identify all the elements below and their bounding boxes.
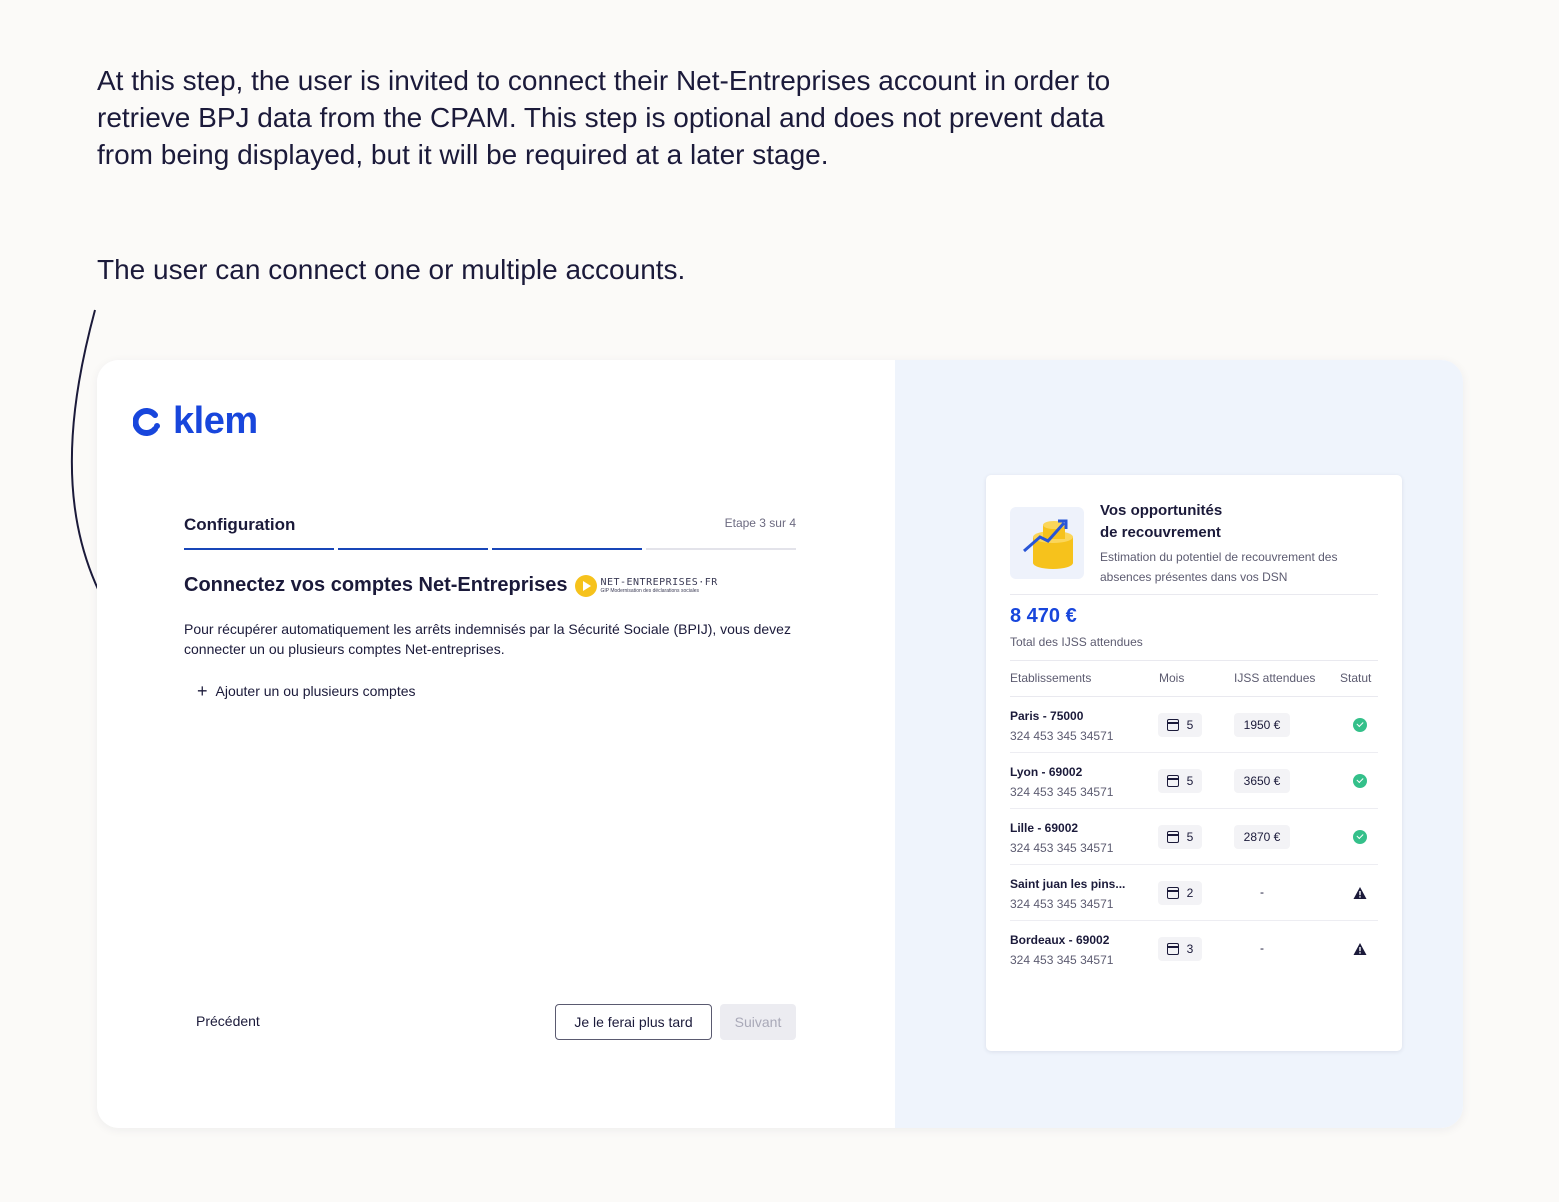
establishment-siret: 324 453 345 34571 [1010,953,1114,967]
app-window: klem Configuration Etape 3 sur 4 Connect… [97,360,1463,1128]
step-progress-bar [184,548,796,550]
check-circle-icon [1353,718,1367,732]
ne-logo-name: NET-ENTREPRISES·FR [600,577,718,588]
establishment-siret: 324 453 345 34571 [1010,729,1114,743]
months-value: 5 [1186,774,1194,788]
months-badge: 5 [1158,713,1202,737]
months-value: 5 [1186,718,1194,732]
months-badge: 5 [1158,769,1202,793]
amount-badge: 3650 € [1234,769,1290,793]
preview-panel: Vos opportunités de recouvrement Estimat… [895,360,1463,1128]
divider [1010,660,1378,661]
later-button[interactable]: Je le ferai plus tard [555,1004,712,1040]
amount-badge: 1950 € [1234,713,1290,737]
total-amount: 8 470 € [1010,605,1077,627]
heading-text: Connectez vos comptes Net-Entreprises [184,574,568,596]
ne-logo-tagline: GIP Modernisation des déclarations socia… [600,588,700,594]
intro-paragraph-accounts: The user can connect one or multiple acc… [97,254,686,285]
coins-illustration-icon [1010,507,1084,579]
establishment-siret: 324 453 345 34571 [1010,897,1114,911]
months-badge: 2 [1158,881,1202,905]
klem-logo-icon [133,407,160,436]
months-badge: 5 [1158,825,1202,849]
table-row: Paris - 75000 324 453 345 34571 5 1950 € [1010,697,1378,753]
table-row: Bordeaux - 69002 324 453 345 34571 3 - [1010,921,1378,977]
table-row: Lille - 69002 324 453 345 34571 5 2870 € [1010,809,1378,865]
card-subtitle: Estimation du potentiel de recouvrement … [1100,550,1338,584]
amount-empty: - [1260,885,1264,899]
calendar-icon [1166,775,1179,787]
column-header: Etablissements [1010,671,1092,685]
warning-triangle-icon [1353,887,1367,899]
check-circle-icon [1353,774,1367,788]
divider [1010,594,1378,595]
months-value: 3 [1186,942,1194,956]
intro-paragraph: At this step, the user is invited to con… [97,65,1111,170]
section-heading: Connectez vos comptes Net-Entreprises NE… [184,574,718,597]
next-button[interactable]: Suivant [720,1004,796,1040]
amount-empty: - [1260,941,1264,955]
months-value: 5 [1186,830,1194,844]
play-icon [575,574,598,597]
card-title-line: de recouvrement [1100,524,1221,541]
check-circle-icon [1353,830,1367,844]
progress-segment [184,548,334,550]
table-row: Saint juan les pins... 324 453 345 34571… [1010,865,1378,921]
add-accounts-button[interactable]: + Ajouter un ou plusieurs comptes [197,682,416,700]
table-row: Lyon - 69002 324 453 345 34571 5 3650 € [1010,753,1378,809]
opportunities-card: Vos opportunités de recouvrement Estimat… [986,475,1402,1051]
calendar-icon [1166,943,1179,955]
logo-text: klem [173,400,258,442]
establishment-name: Lyon - 69002 [1010,765,1083,779]
establishment-name: Lille - 69002 [1010,821,1079,835]
amount-badge: 2870 € [1234,825,1290,849]
calendar-icon [1166,719,1179,731]
establishment-name: Bordeaux - 69002 [1010,933,1110,947]
calendar-icon [1166,887,1179,899]
months-badge: 3 [1158,937,1202,961]
plus-icon: + [197,681,208,701]
previous-button[interactable]: Précédent [196,1013,260,1029]
establishment-siret: 324 453 345 34571 [1010,785,1114,799]
total-label: Total des IJSS attendues [1010,635,1143,649]
progress-segment [646,548,796,550]
add-accounts-label: Ajouter un ou plusieurs comptes [215,683,416,699]
onboarding-panel: klem Configuration Etape 3 sur 4 Connect… [97,360,895,1128]
column-header: IJSS attendues [1234,671,1316,685]
column-header: Mois [1159,671,1185,685]
establishment-name: Paris - 75000 [1010,709,1084,723]
warning-triangle-icon [1353,943,1367,955]
step-description: Pour récupérer automatiquement les arrêt… [184,621,791,657]
column-header: Statut [1340,671,1372,685]
progress-segment [338,548,488,550]
progress-segment [492,548,642,550]
card-title-line: Vos opportunités [1100,502,1223,519]
establishment-name: Saint juan les pins... [1010,877,1126,891]
card-title: Vos opportunités de recouvrement [1100,500,1300,544]
net-entreprises-logo: NET-ENTREPRISES·FR GIP Modernisation des… [575,574,718,597]
step-counter: Etape 3 sur 4 [724,516,796,530]
establishment-siret: 324 453 345 34571 [1010,841,1114,855]
months-value: 2 [1186,886,1194,900]
step-title: Configuration [184,515,296,534]
klem-logo: klem [133,400,258,443]
calendar-icon [1166,831,1179,843]
